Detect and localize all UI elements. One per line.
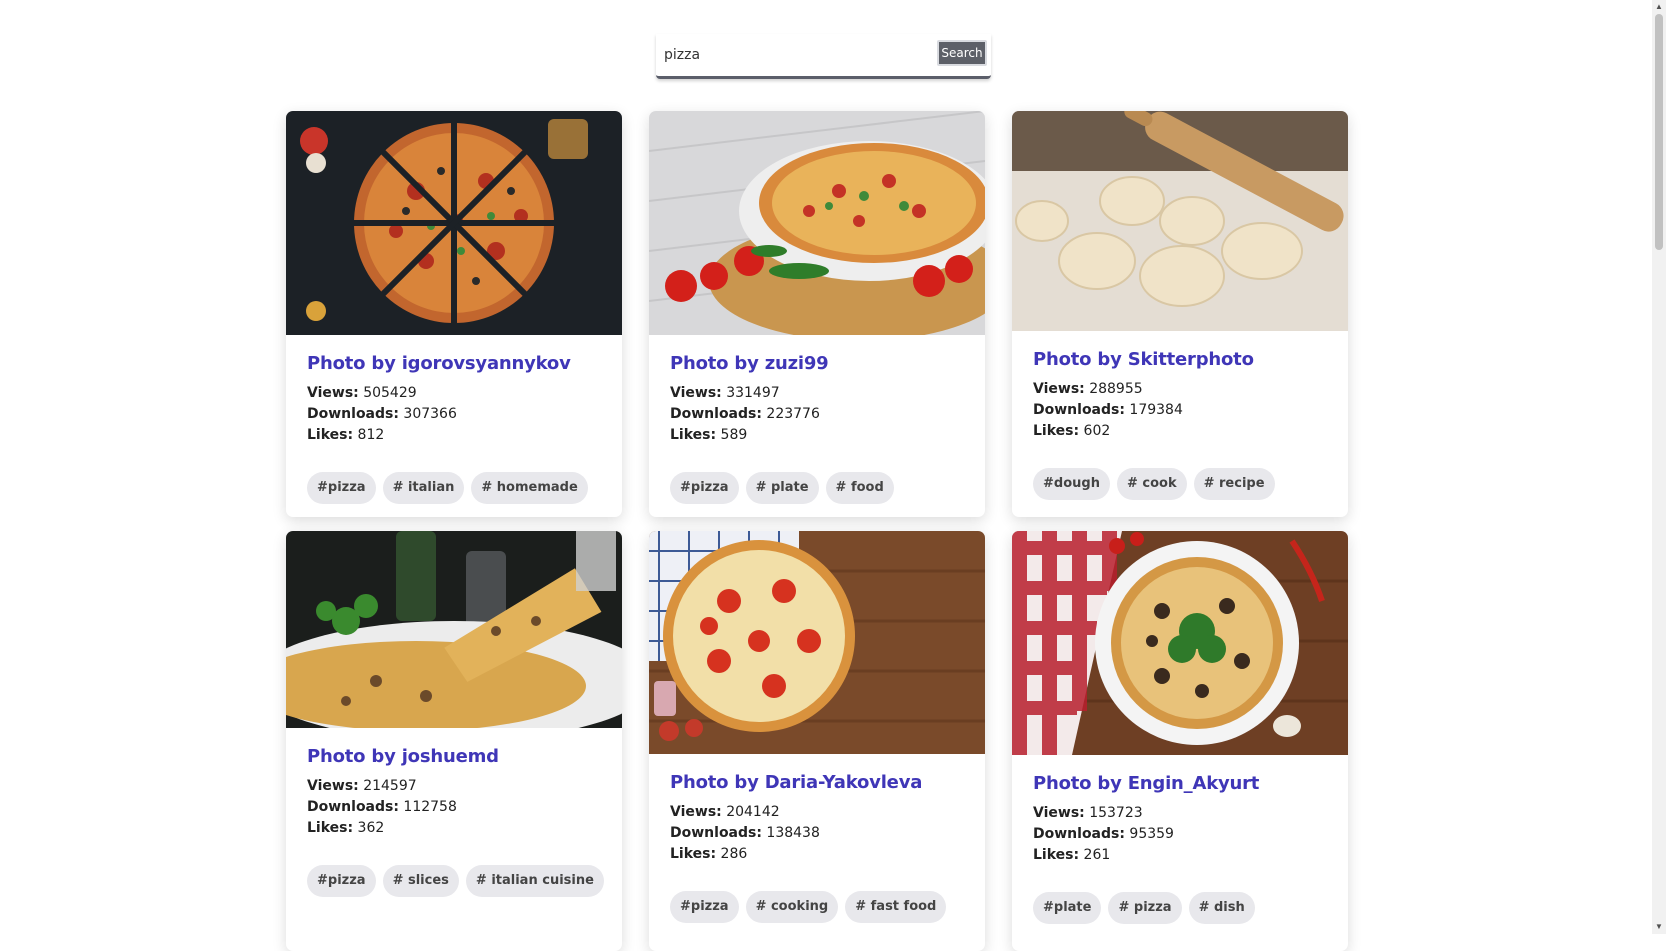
search-button[interactable]: Search bbox=[937, 40, 987, 66]
tag-chip[interactable]: #pizza bbox=[307, 472, 376, 504]
tag-chip[interactable]: #dough bbox=[1033, 468, 1110, 500]
photo-card[interactable]: Photo by Skitterphoto Views: 288955 Down… bbox=[1012, 111, 1348, 517]
photo-image[interactable] bbox=[286, 531, 622, 728]
tag-chip[interactable]: # plate bbox=[745, 472, 819, 504]
photo-image[interactable] bbox=[286, 111, 622, 335]
scroll-down-arrow-icon[interactable]: ▼ bbox=[1652, 920, 1666, 934]
tag-chip[interactable]: #pizza bbox=[670, 891, 739, 923]
tag-chip[interactable]: # food bbox=[825, 472, 894, 504]
tag-chip[interactable]: # italian bbox=[382, 472, 465, 504]
photo-card[interactable]: Photo by joshuemd Views: 214597 Download… bbox=[286, 531, 622, 951]
views-stat: Views: 331497 bbox=[670, 385, 780, 401]
search-form: Search bbox=[656, 34, 991, 79]
scroll-thumb[interactable] bbox=[1655, 14, 1663, 250]
scroll-up-arrow-icon[interactable]: ▲ bbox=[1652, 0, 1666, 14]
tag-list: #dough # cook # recipe bbox=[1033, 468, 1327, 500]
photo-card[interactable]: Photo by igorovsyannykov Views: 505429 D… bbox=[286, 111, 622, 517]
downloads-stat: Downloads: 179384 bbox=[1033, 402, 1183, 418]
views-stat: Views: 204142 bbox=[670, 804, 780, 820]
tag-chip[interactable]: # italian cuisine bbox=[465, 865, 604, 897]
tag-list: #pizza # cooking # fast food bbox=[670, 891, 964, 923]
tag-chip[interactable]: # pizza bbox=[1108, 892, 1182, 924]
tag-chip[interactable]: # cooking bbox=[745, 891, 839, 923]
tag-chip[interactable]: # dish bbox=[1188, 892, 1255, 924]
search-input[interactable] bbox=[662, 40, 928, 70]
author-link[interactable]: Photo by zuzi99 bbox=[670, 353, 964, 374]
photo-card[interactable]: Photo by zuzi99 Views: 331497 Downloads:… bbox=[649, 111, 985, 517]
likes-stat: Likes: 286 bbox=[670, 846, 748, 862]
author-link[interactable]: Photo by Engin_Akyurt bbox=[1033, 773, 1327, 794]
tag-list: #pizza # italian # homemade bbox=[307, 472, 601, 504]
downloads-stat: Downloads: 112758 bbox=[307, 799, 457, 815]
views-stat: Views: 214597 bbox=[307, 778, 417, 794]
photo-card[interactable]: Photo by Engin_Akyurt Views: 153723 Down… bbox=[1012, 531, 1348, 951]
tag-chip[interactable]: # recipe bbox=[1193, 468, 1275, 500]
author-link[interactable]: Photo by Skitterphoto bbox=[1033, 349, 1327, 370]
page-scrollbar[interactable]: ▲ ▼ bbox=[1652, 0, 1666, 934]
views-stat: Views: 288955 bbox=[1033, 381, 1143, 397]
likes-stat: Likes: 812 bbox=[307, 427, 385, 443]
tag-list: #plate # pizza # dish bbox=[1033, 892, 1327, 924]
downloads-stat: Downloads: 223776 bbox=[670, 406, 820, 422]
tag-list: #pizza # slices # italian cuisine bbox=[307, 865, 604, 897]
views-stat: Views: 505429 bbox=[307, 385, 417, 401]
tag-list: #pizza # plate # food bbox=[670, 472, 964, 504]
tag-chip[interactable]: # homemade bbox=[471, 472, 588, 504]
views-stat: Views: 153723 bbox=[1033, 805, 1143, 821]
likes-stat: Likes: 589 bbox=[670, 427, 748, 443]
tag-chip[interactable]: #plate bbox=[1033, 892, 1102, 924]
photo-image[interactable] bbox=[649, 111, 985, 335]
photo-image[interactable] bbox=[1012, 111, 1348, 331]
tag-chip[interactable]: # slices bbox=[382, 865, 459, 897]
downloads-stat: Downloads: 95359 bbox=[1033, 826, 1174, 842]
downloads-stat: Downloads: 138438 bbox=[670, 825, 820, 841]
author-link[interactable]: Photo by Daria-Yakovleva bbox=[670, 772, 964, 793]
tag-chip[interactable]: # cook bbox=[1116, 468, 1187, 500]
author-link[interactable]: Photo by igorovsyannykov bbox=[307, 353, 601, 374]
photo-image[interactable] bbox=[1012, 531, 1348, 755]
likes-stat: Likes: 362 bbox=[307, 820, 385, 836]
tag-chip[interactable]: #pizza bbox=[307, 865, 376, 897]
photo-card[interactable]: Photo by Daria-Yakovleva Views: 204142 D… bbox=[649, 531, 985, 951]
likes-stat: Likes: 261 bbox=[1033, 847, 1111, 863]
downloads-stat: Downloads: 307366 bbox=[307, 406, 457, 422]
tag-chip[interactable]: # fast food bbox=[845, 891, 947, 923]
likes-stat: Likes: 602 bbox=[1033, 423, 1111, 439]
author-link[interactable]: Photo by joshuemd bbox=[307, 746, 601, 767]
photo-image[interactable] bbox=[649, 531, 985, 754]
tag-chip[interactable]: #pizza bbox=[670, 472, 739, 504]
